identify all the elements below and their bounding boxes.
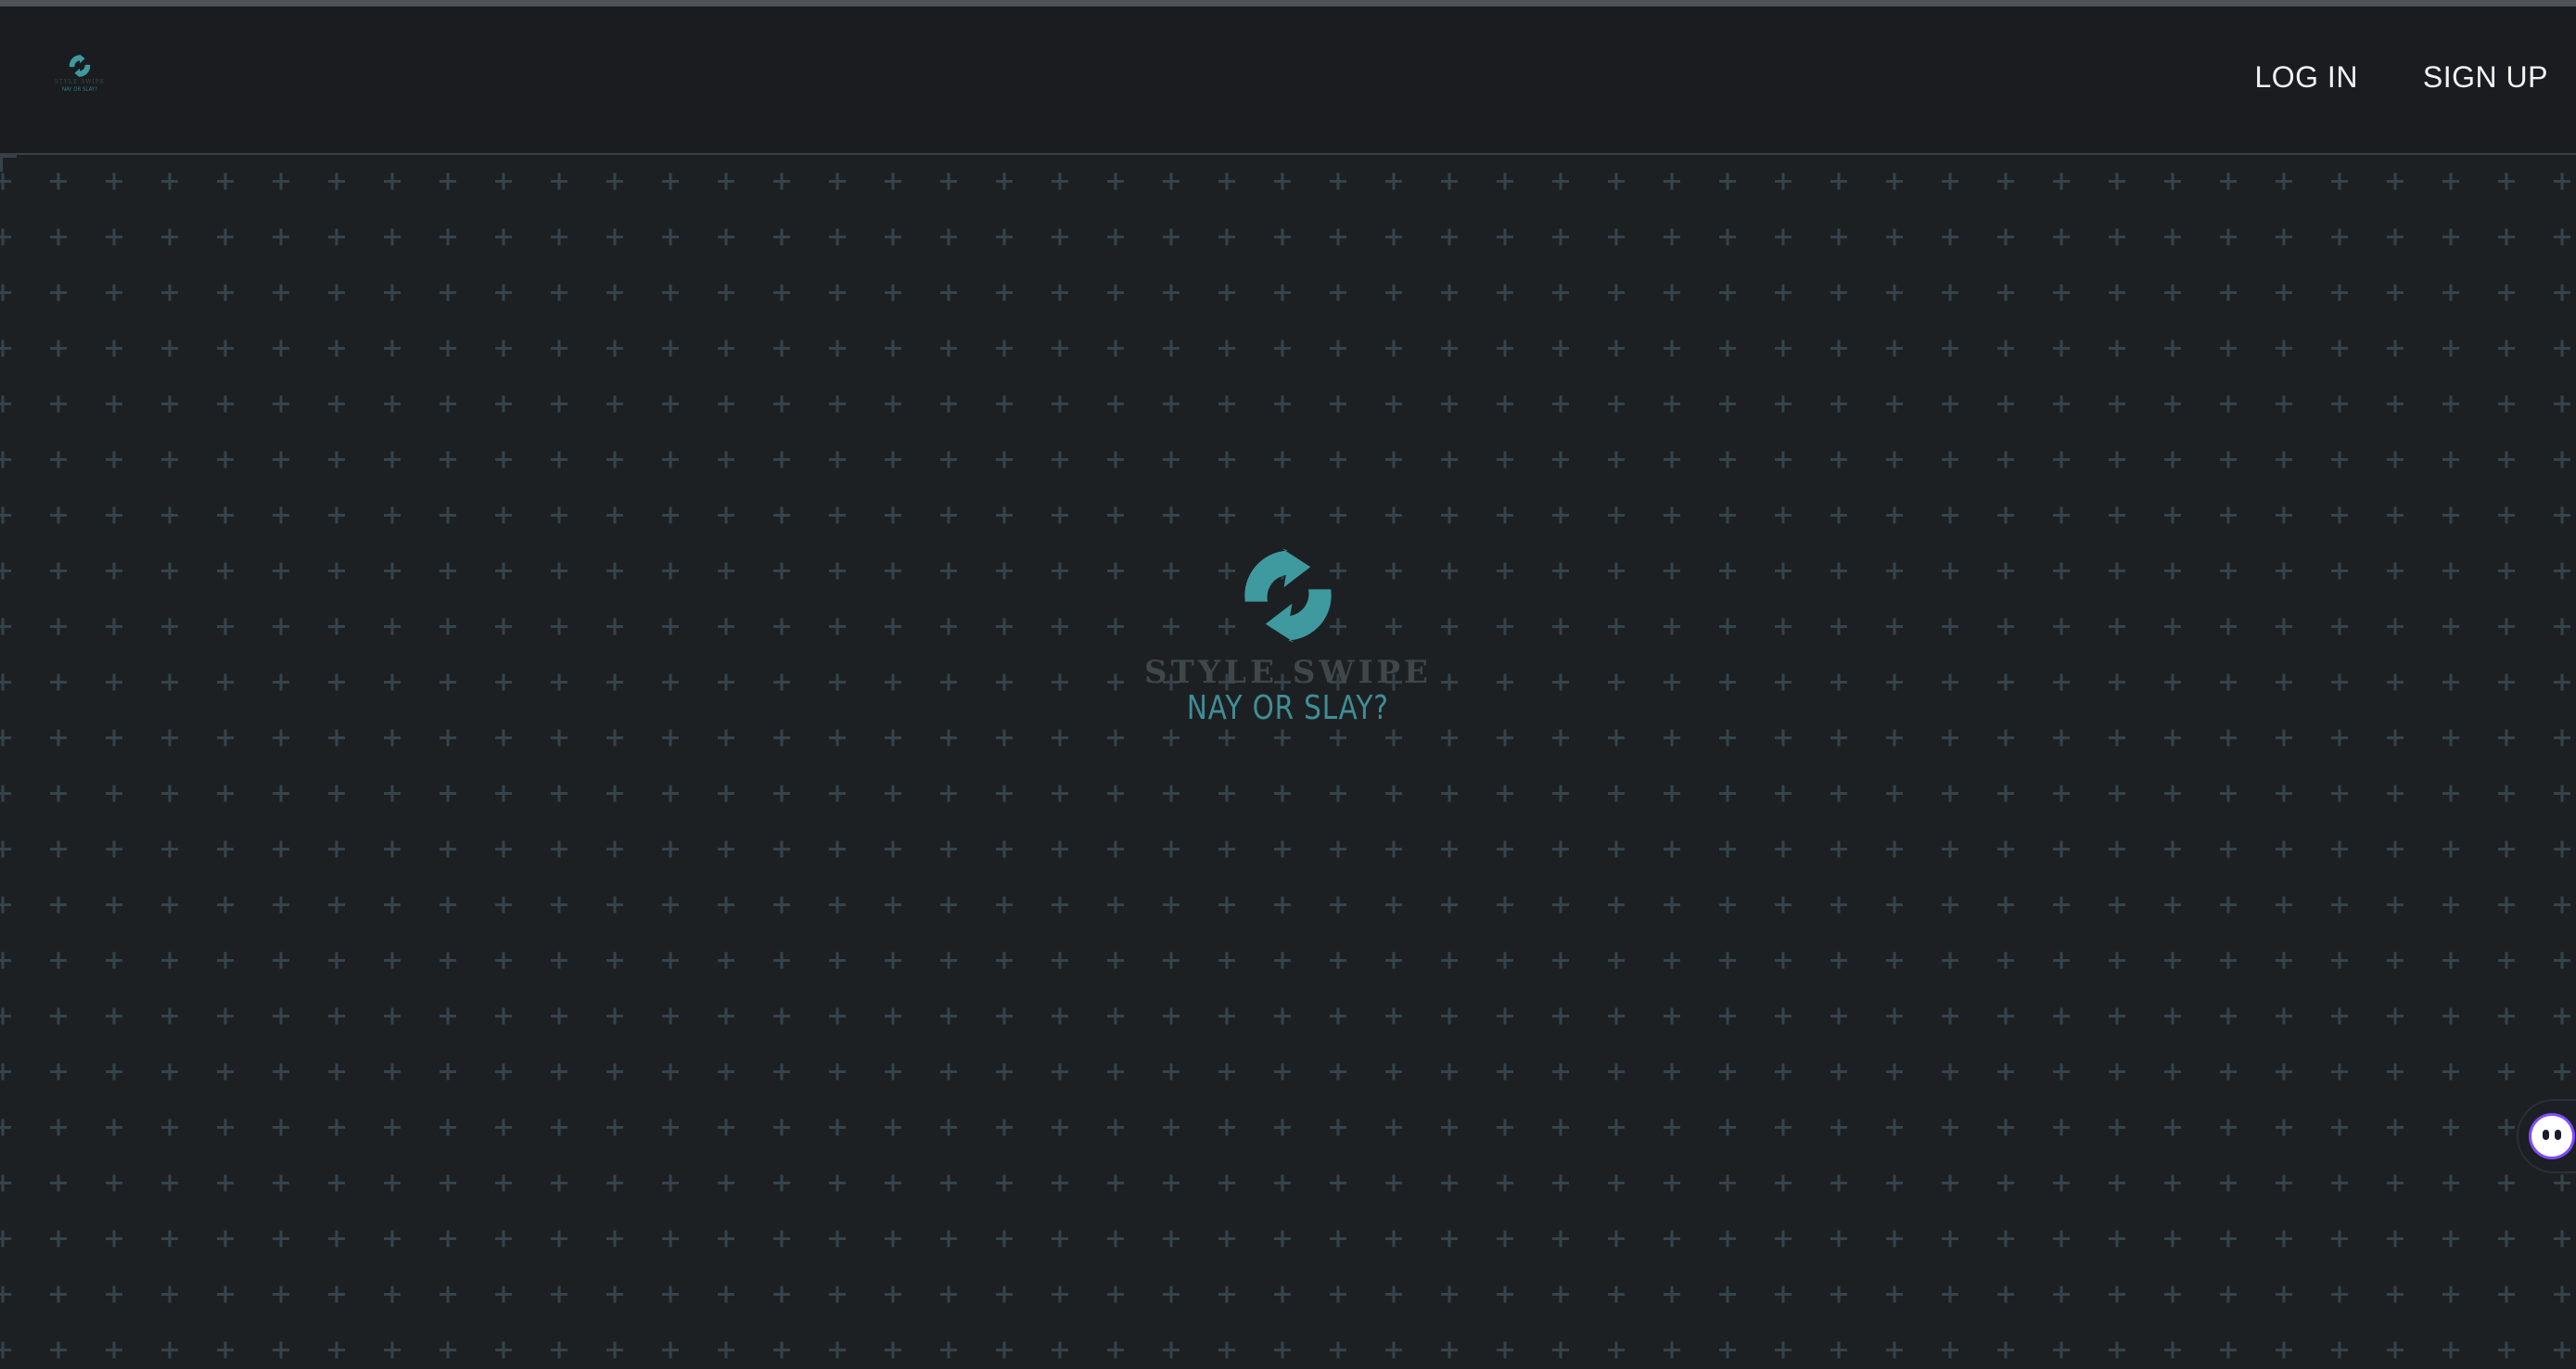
header-nav: LOG IN SIGN UP xyxy=(2254,60,2548,95)
chat-bot-face-icon xyxy=(2531,1116,2572,1157)
login-link[interactable]: LOG IN xyxy=(2254,60,2357,95)
main-content: STYLE SWIPE NAY OR SLAY? xyxy=(0,155,2576,1369)
brand-name: STYLE SWIPE xyxy=(1144,654,1432,691)
site-header: STYLE SWIPE NAY OR SLAY? LOG IN SIGN UP xyxy=(0,6,2576,155)
header-logo-tagline: NAY OR SLAY? xyxy=(62,86,97,93)
swipe-arrows-icon xyxy=(69,54,91,78)
browser-top-strip xyxy=(0,0,2576,6)
swipe-arrows-icon xyxy=(1244,548,1332,643)
header-logo-name: STYLE SWIPE xyxy=(54,79,106,85)
brand-tagline: NAY OR SLAY? xyxy=(1187,689,1389,727)
chat-bot-eye-icon xyxy=(2555,1130,2561,1140)
signup-link[interactable]: SIGN UP xyxy=(2423,60,2548,95)
plus-pattern-background xyxy=(0,155,2576,1369)
center-brand-logo: STYLE SWIPE NAY OR SLAY? xyxy=(1144,544,1428,727)
chat-bot-eye-icon xyxy=(2543,1130,2549,1140)
header-logo[interactable]: STYLE SWIPE NAY OR SLAY? xyxy=(51,53,108,110)
